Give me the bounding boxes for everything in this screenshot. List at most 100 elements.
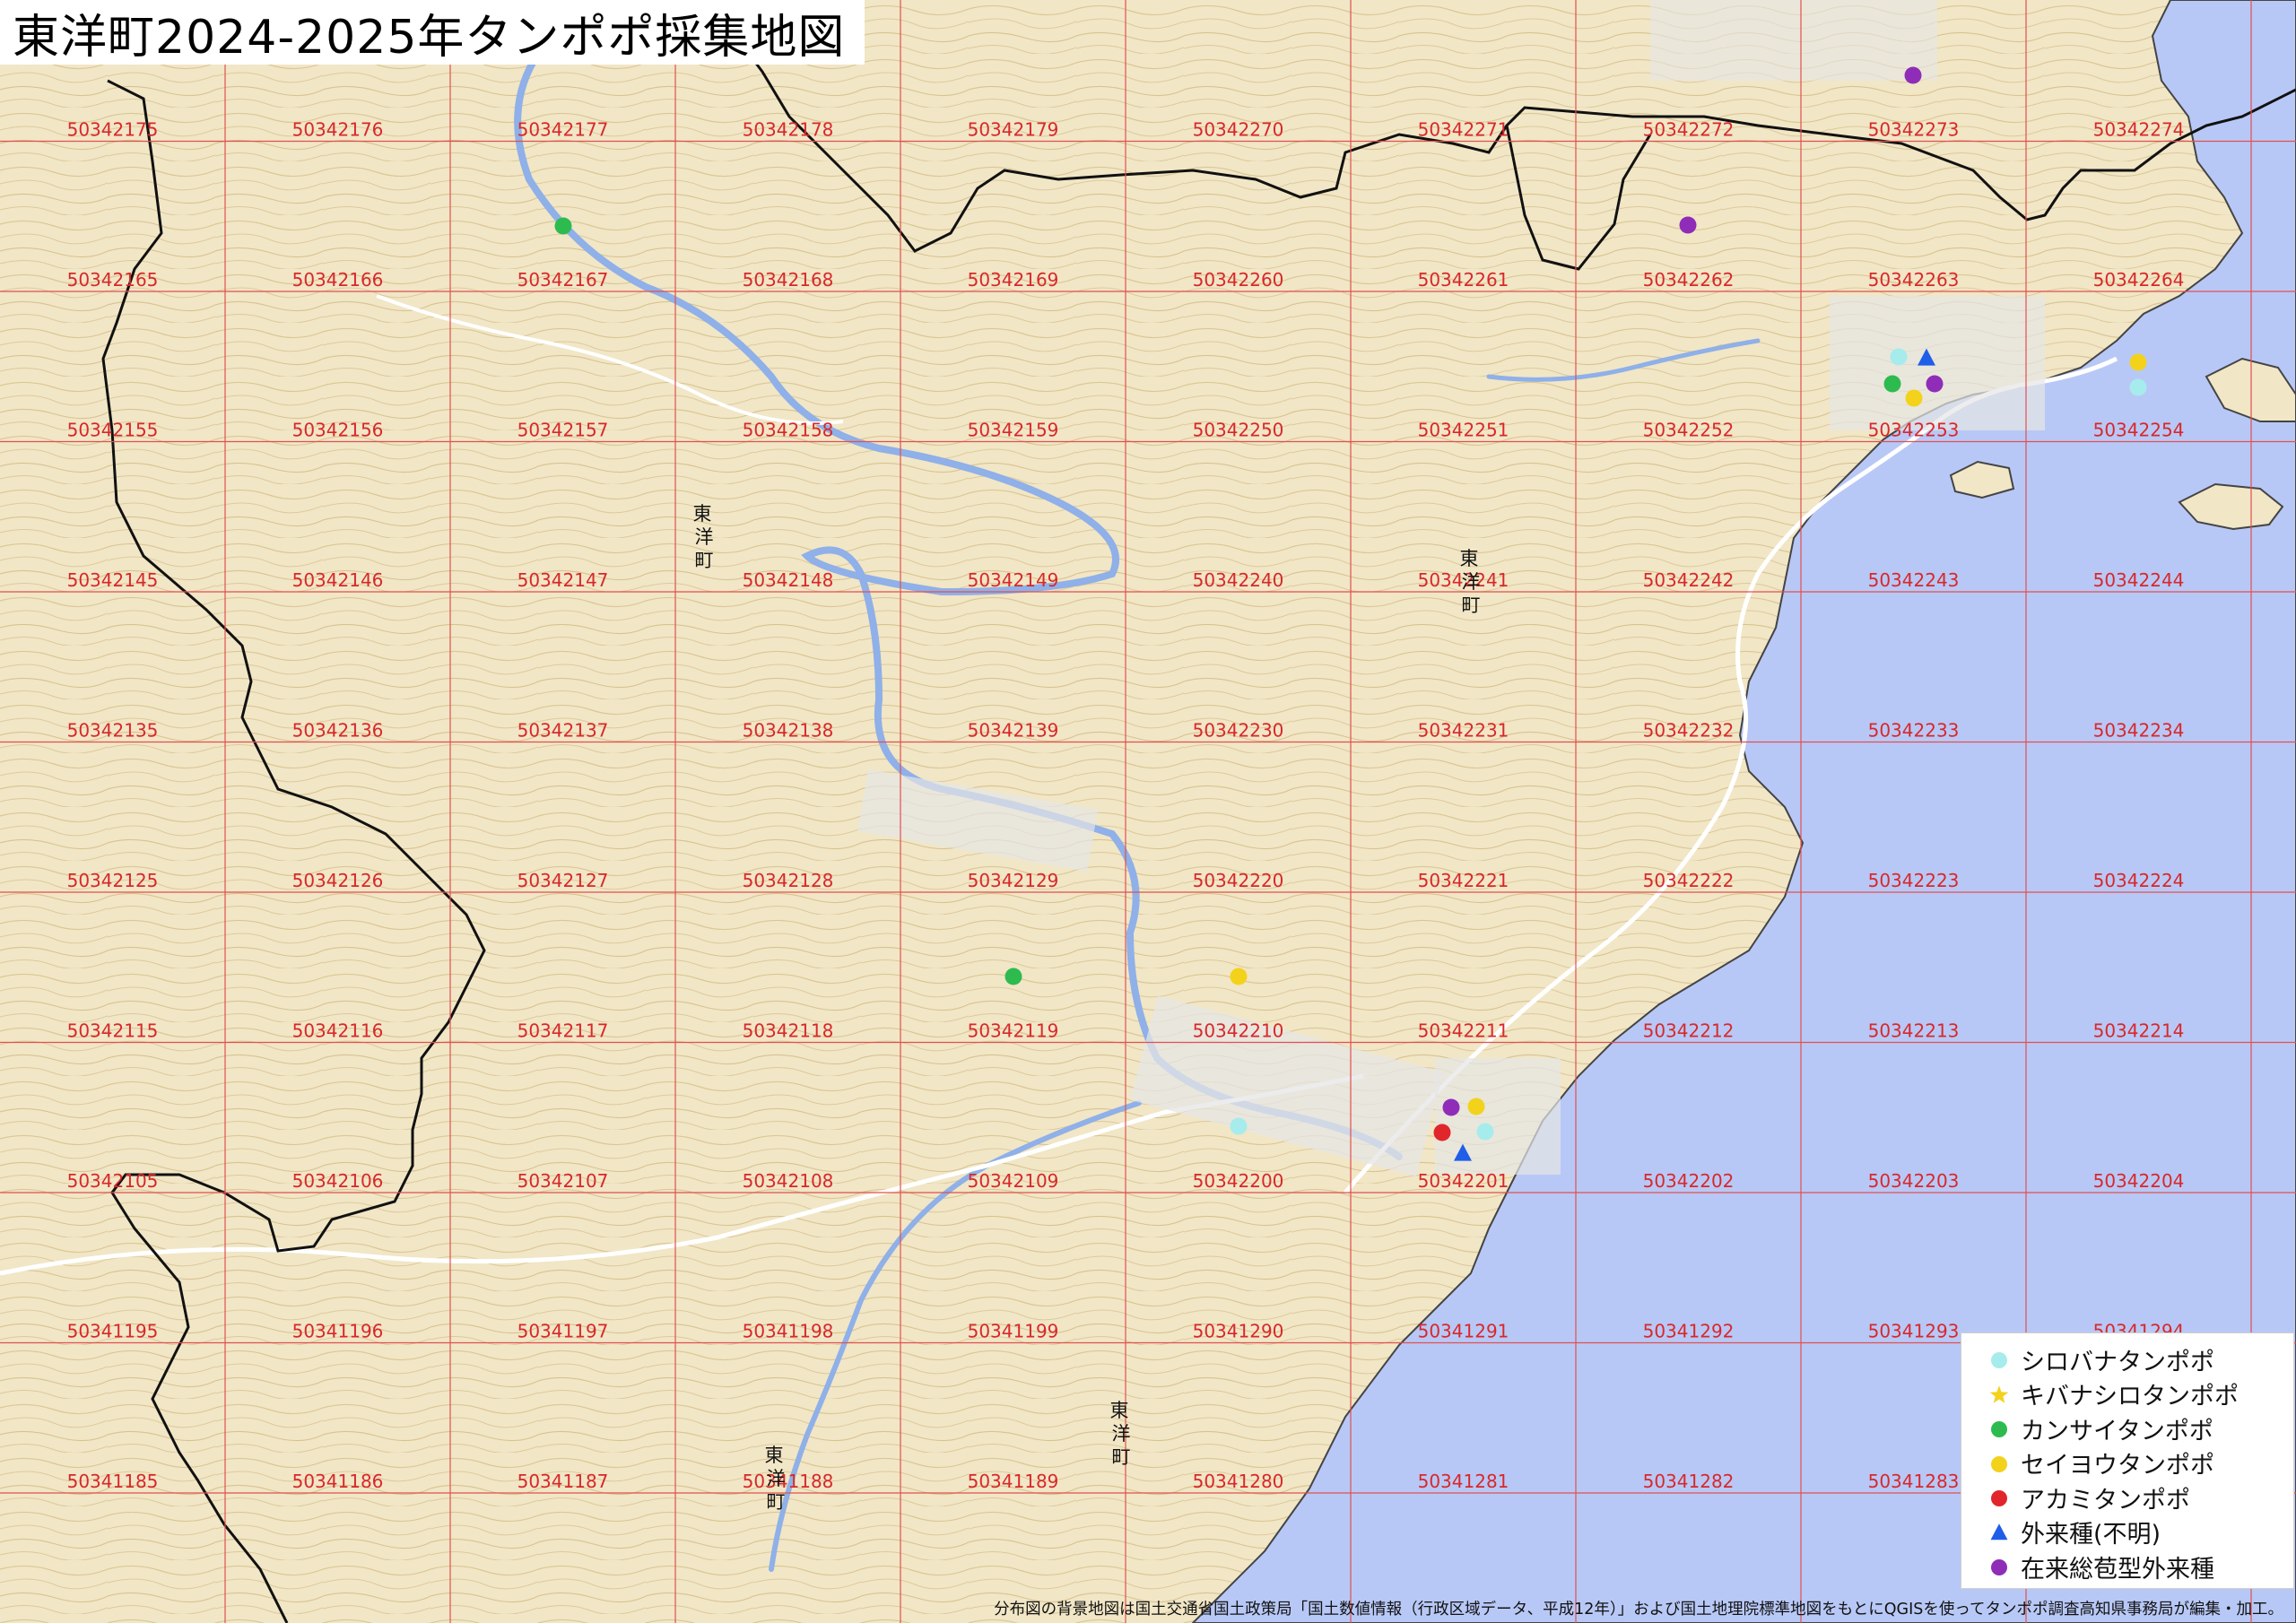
mesh-code-label: 50342156 [292,420,384,441]
topographic-map[interactable]: 50342175 50342176 50342177 50342178 50342179… [0,0,2296,1623]
legend-label: 在来総苞型外来種 [2021,1555,2214,1584]
legend-symbol-graphic [1991,1421,2007,1438]
legend-label: シロバナタンポポ [2021,1348,2214,1376]
mesh-code-label: 50342127 [517,870,609,891]
town-area [1830,296,2045,430]
mesh-code-label: 50342272 [1643,119,1735,141]
mesh-code-label: 50342115 [67,1020,159,1042]
legend-symbol-icon [1988,1450,2021,1477]
mesh-code-label: 50342204 [2093,1170,2185,1192]
mesh-code-label: 50342168 [743,269,834,291]
mesh-code-label: 50342135 [67,720,159,742]
mesh-code-label: 50342136 [292,720,384,742]
legend-symbol-shape [1989,1384,2009,1403]
marker-circle [1433,1124,1451,1141]
mesh-code-label: 50341195 [67,1321,159,1342]
mesh-code-label: 50342254 [2093,420,2185,441]
mesh-code-label: 50342128 [743,870,834,891]
town-area [1650,0,1937,81]
legend-symbol-shape [1990,1523,2008,1540]
mesh-code-label: 50342232 [1643,720,1735,742]
mesh-code-label: 50342271 [1418,119,1509,141]
legend-item: 外来種(不明) [1988,1515,2284,1550]
mesh-code-label: 50341291 [1418,1321,1509,1342]
map-title: 東洋町2024-2025年タンポポ採集地図 [0,0,865,65]
mesh-code-label: 50342108 [743,1170,834,1192]
legend-symbol-icon [1988,1346,2021,1373]
legend-symbol-icon [1988,1381,2021,1408]
mesh-code-label: 50342243 [1868,569,1960,591]
legend-symbol-graphic [1989,1384,2009,1403]
marker-circle [2129,378,2147,396]
mesh-code-label: 50342274 [2093,119,2185,141]
mesh-code-label: 50342220 [1193,870,1284,891]
place-label-char: 洋 [767,1468,786,1489]
town-area [1435,1058,1561,1175]
mesh-code-label: 50342159 [968,420,1059,441]
mesh-code-label: 50342175 [67,119,159,141]
place-label-char: 町 [1112,1446,1131,1468]
mesh-code-label: 50342244 [2093,569,2185,591]
mesh-code-label: 50341283 [1868,1471,1960,1492]
mesh-code-label: 50342149 [968,569,1059,591]
mesh-code-label: 50342148 [743,569,834,591]
mesh-code-label: 50342176 [292,119,384,141]
mesh-code-label: 50342222 [1643,870,1735,891]
mesh-code-label: 50342109 [968,1170,1059,1192]
mesh-code-label: 50342126 [292,870,384,891]
legend-symbol-shape [1991,1490,2007,1507]
mesh-code-label: 50342105 [67,1170,159,1192]
mesh-code-label: 50342158 [743,420,834,441]
mesh-code-label: 50341187 [517,1471,609,1492]
mesh-code-label: 50342230 [1193,720,1284,742]
place-label-char: 東 [1110,1400,1129,1421]
place-label-char: 洋 [695,526,714,548]
mesh-code-label: 50341280 [1193,1471,1284,1492]
mesh-code-label: 50342200 [1193,1170,1284,1192]
legend-item: キバナシロタンポポ [1988,1377,2284,1412]
marker-circle [1476,1123,1494,1141]
legend-symbol-graphic [1991,1352,2007,1369]
mesh-code-label: 50341282 [1643,1471,1735,1492]
mesh-code-label: 50341281 [1418,1471,1509,1492]
mesh-code-label: 50342261 [1418,269,1509,291]
mesh-code-label: 50341290 [1193,1321,1284,1342]
mesh-code-label: 50342169 [968,269,1059,291]
mesh-code-label: 50342203 [1868,1170,1960,1192]
mesh-code-label: 50342231 [1418,720,1509,742]
marker-circle [2129,353,2147,371]
place-label-char: 東 [1460,548,1479,569]
legend-symbol-shape [1991,1352,2007,1369]
legend-symbol-icon [1988,1415,2021,1442]
place-label-char: 東 [693,503,712,525]
marker-circle [1004,968,1022,985]
mesh-code-label: 50342263 [1868,269,1960,291]
marker-circle [1890,348,1908,366]
mesh-code-label: 50342242 [1643,569,1735,591]
legend-item: 在来総苞型外来種 [1988,1549,2284,1584]
mesh-code-label: 50342147 [517,569,609,591]
legend-symbol-shape [1991,1421,2007,1438]
mesh-code-label: 50342139 [968,720,1059,742]
mesh-code-label: 50342234 [2093,720,2185,742]
legend-symbol-shape [1991,1559,2007,1576]
legend-symbol-graphic [1991,1490,2007,1507]
legend-label: 外来種(不明) [2021,1521,2161,1549]
mesh-code-label: 50342118 [743,1020,834,1042]
mesh-code-label: 50342224 [2093,870,2185,891]
legend-symbol-graphic [1991,1559,2007,1576]
map-credit: 分布図の背景地図は国土交通省国土政策局「国土数値情報（行政区域データ、平成12年… [994,1601,2283,1619]
place-label: 東洋町 [693,503,714,571]
mesh-code-label: 50342264 [2093,269,2185,291]
mesh-code-label: 50342157 [517,420,609,441]
legend-label: アカミタンポポ [2021,1486,2190,1515]
mesh-code-label: 50342177 [517,119,609,141]
mesh-code-label: 50342251 [1418,420,1509,441]
mesh-code-label: 50342202 [1643,1170,1735,1192]
mesh-code-label: 50342137 [517,720,609,742]
place-label-char: 町 [767,1491,786,1513]
mesh-code-label: 50341196 [292,1321,384,1342]
legend-symbol-icon [1988,1553,2021,1580]
place-label: 東洋町 [1460,548,1481,616]
legend-item: アカミタンポポ [1988,1480,2284,1515]
